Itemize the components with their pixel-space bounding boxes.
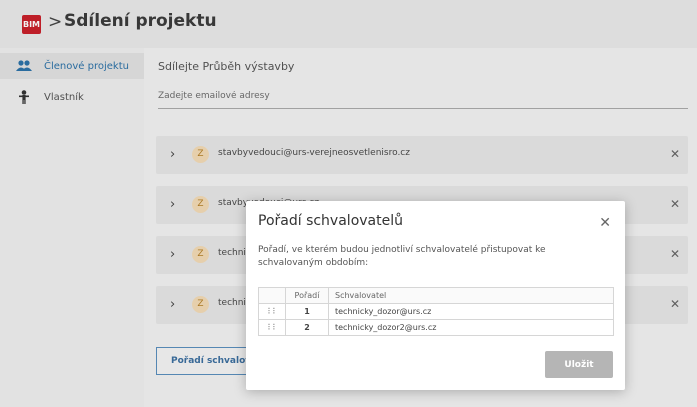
approver-table: Pořadí Schvalovatel ⠇⠇ 1 technicky_dozor… bbox=[258, 287, 614, 336]
approver-order: 2 bbox=[285, 319, 329, 336]
column-header-order: Pořadí bbox=[285, 287, 329, 304]
column-header-approver: Schvalovatel bbox=[328, 287, 614, 304]
dialog-title: Pořadí schvalovatelů bbox=[258, 213, 403, 229]
table-row[interactable]: ⠇⠇ 1 technicky_dozor@urs.cz bbox=[258, 303, 614, 320]
save-button[interactable]: Uložit bbox=[545, 351, 613, 378]
approver-email: technicky_dozor@urs.cz bbox=[328, 303, 614, 320]
table-header-row: Pořadí Schvalovatel bbox=[258, 287, 614, 304]
drag-handle-icon[interactable]: ⠇⠇ bbox=[258, 319, 286, 336]
table-row[interactable]: ⠇⠇ 2 technicky_dozor2@urs.cz bbox=[258, 319, 614, 336]
column-header-grip bbox=[258, 287, 286, 304]
approver-order-dialog: Pořadí schvalovatelů ✕ Pořadí, ve kterém… bbox=[246, 201, 625, 390]
approver-email: technicky_dozor2@urs.cz bbox=[328, 319, 614, 336]
close-icon[interactable]: ✕ bbox=[599, 215, 611, 231]
approver-order: 1 bbox=[285, 303, 329, 320]
dialog-description: Pořadí, ve kterém budou jednotliví schva… bbox=[258, 245, 546, 268]
drag-handle-icon[interactable]: ⠇⠇ bbox=[258, 303, 286, 320]
